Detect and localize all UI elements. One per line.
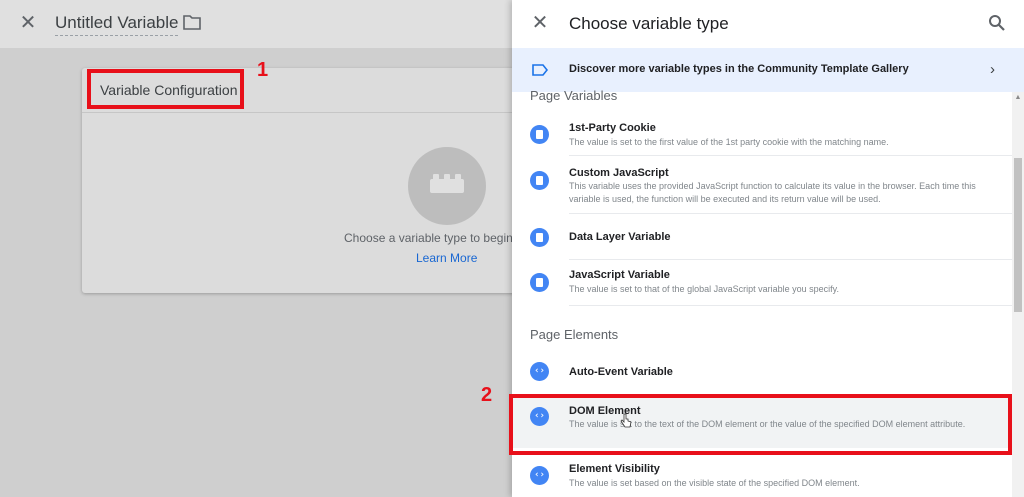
learn-more-link[interactable]: Learn More [416, 251, 477, 265]
doc-icon [530, 125, 549, 144]
item-description: The value is set to the first value of t… [569, 137, 889, 147]
doc-icon [530, 171, 549, 190]
item-name: Data Layer Variable [569, 231, 671, 243]
item-name: Element Visibility [569, 463, 660, 475]
chevron-right-icon: › [990, 61, 995, 78]
choose-variable-text: Choose a variable type to begin s [344, 231, 523, 245]
item-name: Custom JavaScript [569, 167, 669, 179]
search-icon[interactable] [988, 14, 1006, 32]
list-item-auto-event-variable[interactable]: ‹› Auto-Event Variable [512, 350, 1012, 394]
variable-title[interactable]: Untitled Variable [55, 13, 179, 36]
section-title-page-variables: Page Variables [530, 88, 618, 103]
code-icon: ‹› [530, 466, 549, 485]
scroll-up-arrow-icon[interactable]: ▲ [1013, 94, 1023, 102]
annotation-marker-2: 2 [481, 384, 493, 406]
item-description: This variable uses the provided JavaScri… [569, 181, 976, 204]
item-name: 1st-Party Cookie [569, 122, 656, 134]
doc-icon [530, 228, 549, 247]
item-description: The value is set based on the visible st… [569, 478, 860, 488]
list-item-javascript-variable[interactable]: JavaScript Variable The value is set to … [512, 260, 1012, 306]
panel-title: Choose variable type [569, 14, 729, 33]
close-icon[interactable]: ✕ [530, 13, 550, 33]
community-gallery-banner[interactable]: Discover more variable types in the Comm… [512, 48, 1024, 92]
lego-brick [430, 179, 464, 193]
annotation-marker-1: 1 [257, 59, 269, 81]
highlight-box-2 [509, 394, 1012, 455]
scrollbar-thumb[interactable] [1014, 158, 1022, 312]
list-item-custom-javascript[interactable]: Custom JavaScript This variable uses the… [512, 156, 1012, 214]
list-item-1st-party-cookie[interactable]: 1st-Party Cookie The value is set to the… [512, 112, 1012, 156]
item-name: JavaScript Variable [569, 269, 670, 281]
card-body[interactable]: Choose a variable type to begin s Learn … [82, 113, 522, 293]
panel-header: ✕ Choose variable type [512, 0, 1024, 48]
code-icon: ‹› [530, 362, 549, 381]
item-name: Auto-Event Variable [569, 366, 673, 378]
section-title-page-elements: Page Elements [530, 327, 619, 342]
doc-icon [530, 273, 549, 292]
tag-icon [532, 64, 548, 76]
list-item-data-layer-variable[interactable]: Data Layer Variable [512, 214, 1012, 260]
highlight-box-1 [87, 69, 244, 109]
close-icon[interactable]: ✕ [18, 13, 38, 33]
folder-icon[interactable] [183, 14, 201, 30]
divider [569, 305, 1012, 306]
gallery-banner-text: Discover more variable types in the Comm… [569, 63, 909, 75]
item-description: The value is set to that of the global J… [569, 284, 839, 294]
list-item-element-visibility[interactable]: ‹› Element Visibility The value is set b… [512, 452, 1012, 497]
lego-brick-icon[interactable] [408, 147, 486, 225]
